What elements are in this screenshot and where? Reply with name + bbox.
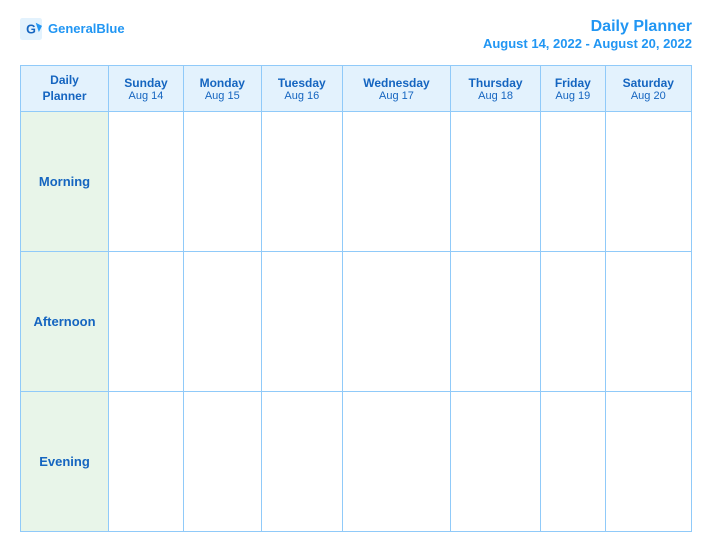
day-name-monday: Monday — [188, 76, 257, 90]
cell-afternoon-monday[interactable] — [183, 252, 261, 392]
cell-morning-saturday[interactable] — [605, 112, 691, 252]
logo-general: General — [48, 21, 96, 36]
day-date-wednesday: Aug 17 — [347, 90, 446, 102]
col-header-wednesday: Wednesday Aug 17 — [342, 66, 450, 112]
title-area: Daily Planner August 14, 2022 - August 2… — [483, 18, 692, 51]
cell-morning-tuesday[interactable] — [261, 112, 342, 252]
col-header-tuesday: Tuesday Aug 16 — [261, 66, 342, 112]
logo-area: G GeneralBlue — [20, 18, 125, 40]
col-header-saturday: Saturday Aug 20 — [605, 66, 691, 112]
page: G GeneralBlue Daily Planner August 14, 2… — [0, 0, 712, 550]
svg-text:G: G — [26, 23, 36, 37]
day-date-friday: Aug 19 — [545, 90, 600, 102]
day-name-sunday: Sunday — [113, 76, 179, 90]
cell-evening-friday[interactable] — [541, 392, 605, 532]
cell-afternoon-tuesday[interactable] — [261, 252, 342, 392]
day-name-saturday: Saturday — [610, 76, 687, 90]
cell-evening-wednesday[interactable] — [342, 392, 450, 532]
page-title: Daily Planner — [483, 18, 692, 36]
cell-afternoon-friday[interactable] — [541, 252, 605, 392]
day-name-friday: Friday — [545, 76, 600, 90]
col-header-friday: Friday Aug 19 — [541, 66, 605, 112]
cell-evening-monday[interactable] — [183, 392, 261, 532]
date-range: August 14, 2022 - August 20, 2022 — [483, 36, 692, 51]
day-date-sunday: Aug 14 — [113, 90, 179, 102]
cell-morning-friday[interactable] — [541, 112, 605, 252]
cell-evening-saturday[interactable] — [605, 392, 691, 532]
cell-morning-wednesday[interactable] — [342, 112, 450, 252]
day-date-thursday: Aug 18 — [455, 90, 536, 102]
cell-evening-tuesday[interactable] — [261, 392, 342, 532]
cell-afternoon-sunday[interactable] — [109, 252, 184, 392]
day-date-monday: Aug 15 — [188, 90, 257, 102]
col-header-thursday: Thursday Aug 18 — [450, 66, 540, 112]
time-label-evening: Evening — [21, 392, 109, 532]
generalblue-logo-icon: G — [20, 18, 42, 40]
day-date-saturday: Aug 20 — [610, 90, 687, 102]
cell-afternoon-saturday[interactable] — [605, 252, 691, 392]
cell-morning-sunday[interactable] — [109, 112, 184, 252]
logo-blue: Blue — [96, 21, 124, 36]
day-name-wednesday: Wednesday — [347, 76, 446, 90]
column-header-row: Daily Planner Sunday Aug 14 Monday Aug 1… — [21, 66, 692, 112]
logo-text: GeneralBlue — [48, 21, 125, 37]
table-label-header: Daily Planner — [21, 66, 109, 112]
label-row2: Planner — [42, 89, 86, 103]
header: G GeneralBlue Daily Planner August 14, 2… — [20, 18, 692, 51]
cell-morning-thursday[interactable] — [450, 112, 540, 252]
cell-afternoon-wednesday[interactable] — [342, 252, 450, 392]
cell-evening-thursday[interactable] — [450, 392, 540, 532]
col-header-monday: Monday Aug 15 — [183, 66, 261, 112]
calendar-table: Daily Planner Sunday Aug 14 Monday Aug 1… — [20, 65, 692, 532]
label-row1: Daily — [50, 73, 79, 87]
cell-afternoon-thursday[interactable] — [450, 252, 540, 392]
cell-evening-sunday[interactable] — [109, 392, 184, 532]
day-date-tuesday: Aug 16 — [266, 90, 338, 102]
day-name-thursday: Thursday — [455, 76, 536, 90]
col-header-sunday: Sunday Aug 14 — [109, 66, 184, 112]
cell-morning-monday[interactable] — [183, 112, 261, 252]
time-label-morning: Morning — [21, 112, 109, 252]
row-morning: Morning — [21, 112, 692, 252]
row-afternoon: Afternoon — [21, 252, 692, 392]
time-label-afternoon: Afternoon — [21, 252, 109, 392]
row-evening: Evening — [21, 392, 692, 532]
day-name-tuesday: Tuesday — [266, 76, 338, 90]
